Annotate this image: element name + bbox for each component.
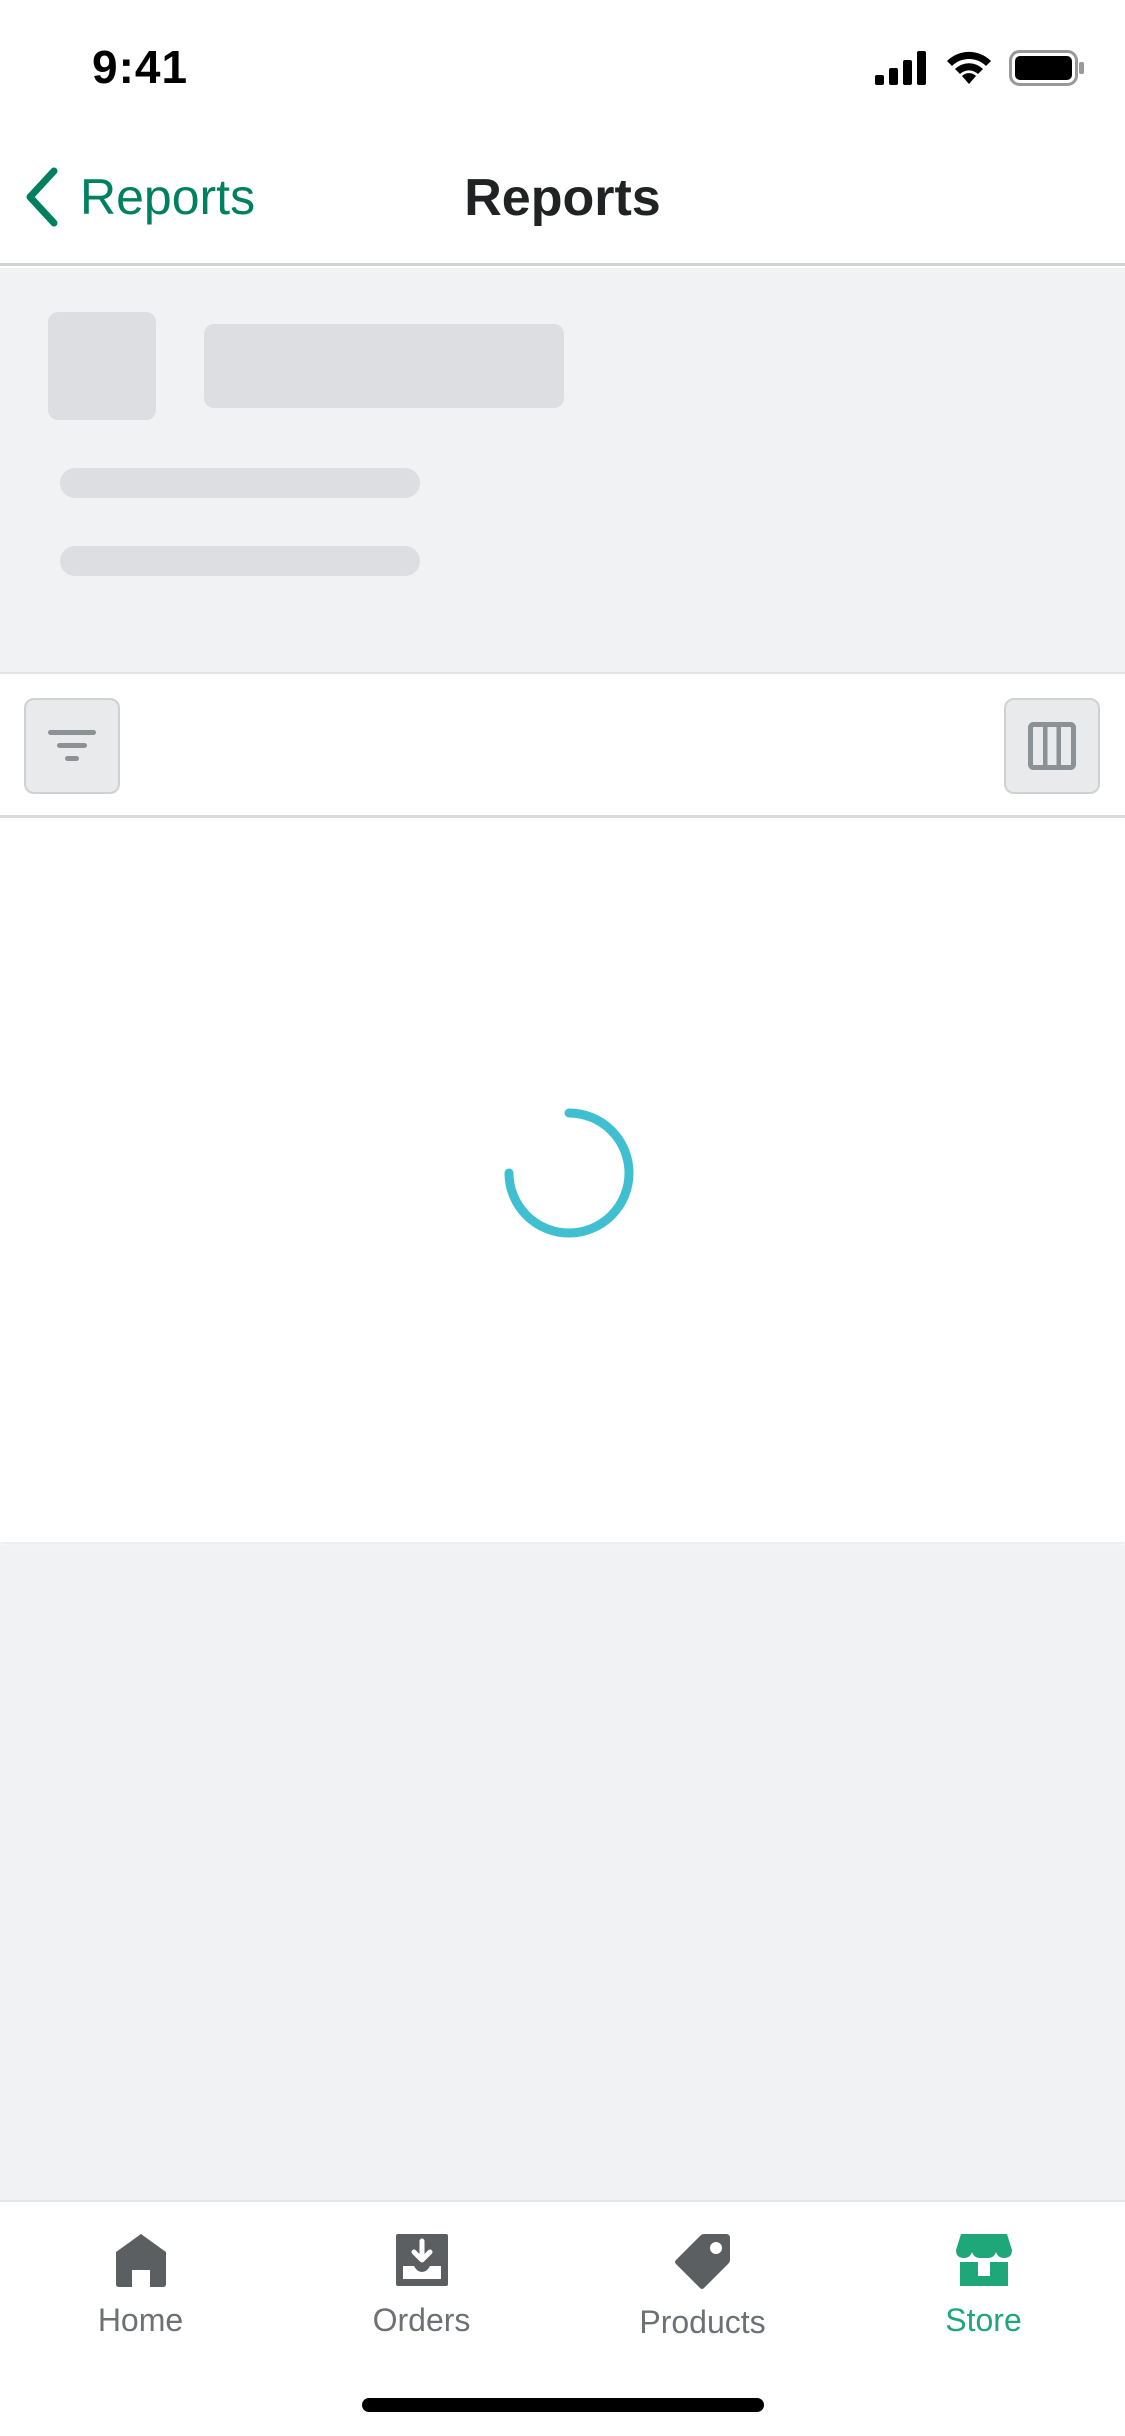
home-indicator xyxy=(362,2398,764,2412)
store-icon xyxy=(955,2234,1012,2286)
skeleton-line xyxy=(60,546,420,576)
filter-button[interactable] xyxy=(24,698,120,794)
home-icon xyxy=(115,2234,166,2287)
status-icons xyxy=(875,50,1085,86)
page-background xyxy=(0,1545,1125,2201)
columns-icon xyxy=(1028,722,1076,770)
status-bar: 9:41 xyxy=(0,0,1125,132)
skeleton-line xyxy=(60,468,420,498)
tab-products[interactable]: Products xyxy=(562,2232,843,2372)
tab-store-label: Store xyxy=(945,2302,1022,2338)
navigation-bar: Reports Reports xyxy=(0,132,1125,266)
tab-orders[interactable]: Orders xyxy=(281,2232,562,2372)
tab-store[interactable]: Store xyxy=(843,2232,1124,2372)
tag-icon xyxy=(674,2234,730,2289)
wifi-icon xyxy=(947,51,991,84)
status-time: 9:41 xyxy=(92,41,189,93)
filter-icon xyxy=(48,730,96,761)
tab-home-label: Home xyxy=(97,2302,184,2338)
skeleton-title xyxy=(204,324,564,408)
tab-products-label: Products xyxy=(639,2304,766,2340)
page-title: Reports xyxy=(464,169,661,227)
cellular-signal-icon xyxy=(875,51,926,85)
orders-icon xyxy=(395,2234,448,2286)
columns-button[interactable] xyxy=(1004,698,1100,794)
loading-spinner-icon xyxy=(504,1108,634,1238)
report-toolbar xyxy=(0,672,1125,818)
battery-icon xyxy=(1009,50,1084,86)
skeleton-thumbnail xyxy=(48,312,156,420)
tab-home[interactable]: Home xyxy=(0,2232,281,2372)
report-content xyxy=(0,818,1125,1542)
tab-orders-label: Orders xyxy=(372,2302,471,2338)
report-header-skeleton xyxy=(0,268,1125,672)
